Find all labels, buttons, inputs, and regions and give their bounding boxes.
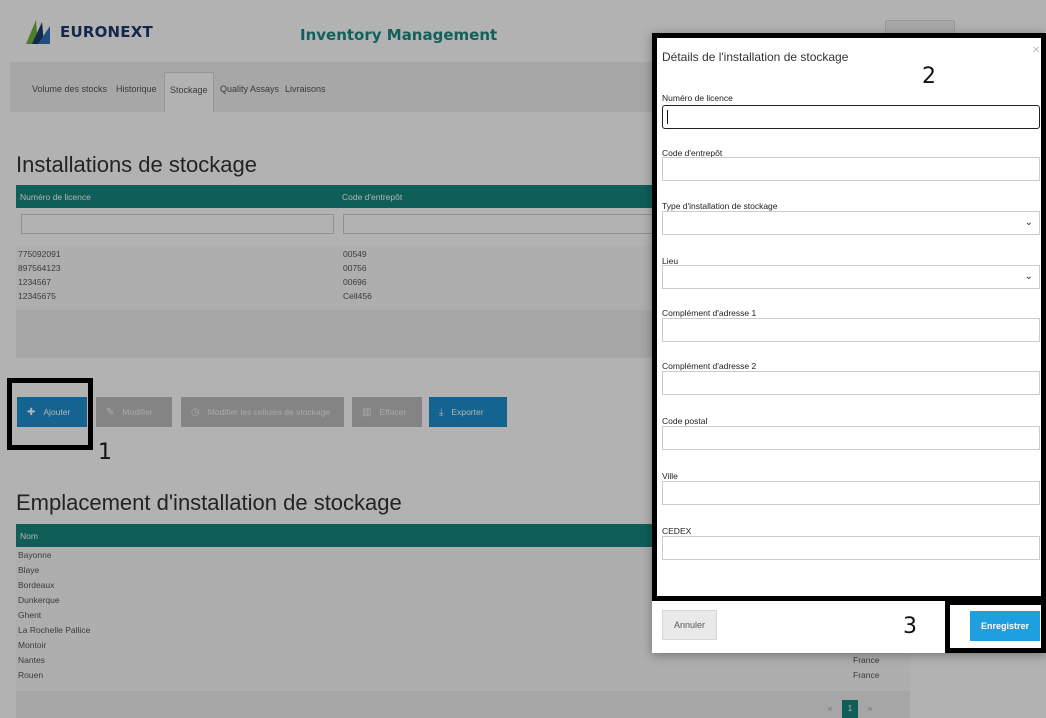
annotation-box-1 — [7, 378, 93, 450]
cancel-button[interactable]: Annuler — [662, 610, 717, 640]
annotation-number-1: 1 — [98, 440, 112, 465]
annotation-number-2: 2 — [922, 64, 936, 89]
annotation-box-2 — [652, 33, 1046, 601]
annotation-number-3: 3 — [903, 614, 917, 639]
save-button[interactable]: Enregistrer — [970, 611, 1040, 641]
